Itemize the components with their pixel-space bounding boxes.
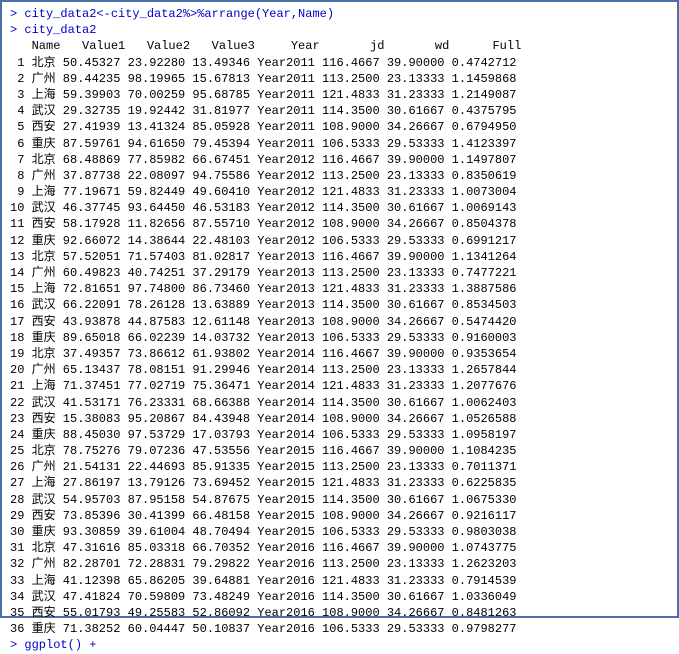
table-row: 7 北京 68.48869 77.85982 66.67451 Year2012…: [10, 152, 669, 168]
table-row: 8 广州 37.87738 22.08097 94.75586 Year2012…: [10, 168, 669, 184]
console-line-1: > city_data2<-city_data2%>%arrange(Year,…: [10, 6, 669, 22]
table-row: 4 武汉 29.32735 19.92442 31.81977 Year2011…: [10, 103, 669, 119]
code-line-3: ggplot() +: [24, 638, 96, 652]
table-header: Name Value1 Value2 Value3 Year jd wd Ful…: [10, 38, 669, 54]
table-row: 17 西安 43.93878 44.87583 12.61148 Year201…: [10, 314, 669, 330]
prompt-3: >: [10, 638, 24, 652]
table-row: 2 广州 89.44235 98.19965 15.67813 Year2011…: [10, 71, 669, 87]
table-body: 1 北京 50.45327 23.92280 13.49346 Year2011…: [10, 55, 669, 638]
table-row: 28 武汉 54.95703 87.95158 54.87675 Year201…: [10, 492, 669, 508]
table-row: 30 重庆 93.30859 39.61004 48.70494 Year201…: [10, 524, 669, 540]
table-row: 26 广州 21.54131 22.44693 85.91335 Year201…: [10, 459, 669, 475]
table-row: 34 武汉 47.41824 70.59809 73.48249 Year201…: [10, 589, 669, 605]
table-row: 11 西安 58.17928 11.82656 87.55710 Year201…: [10, 216, 669, 232]
table-row: 29 西安 73.85396 30.41399 66.48158 Year201…: [10, 508, 669, 524]
console-line-3: > ggplot() +: [10, 637, 669, 653]
console-line-2: > city_data2: [10, 22, 669, 38]
code-line-2: city_data2: [24, 23, 96, 37]
prompt-1: >: [10, 7, 24, 21]
table-row: 13 北京 57.52051 71.57403 81.02817 Year201…: [10, 249, 669, 265]
table-row: 23 西安 15.38083 95.20867 84.43948 Year201…: [10, 411, 669, 427]
table-row: 15 上海 72.81651 97.74800 86.73460 Year201…: [10, 281, 669, 297]
prompt-2: >: [10, 23, 24, 37]
table-row: 19 北京 37.49357 73.86612 61.93802 Year201…: [10, 346, 669, 362]
table-row: 24 重庆 88.45030 97.53729 17.03793 Year201…: [10, 427, 669, 443]
table-row: 3 上海 59.39903 70.00259 95.68785 Year2011…: [10, 87, 669, 103]
table-row: 22 武汉 41.53171 76.23331 68.66388 Year201…: [10, 395, 669, 411]
table-row: 5 西安 27.41939 13.41324 85.05928 Year2011…: [10, 119, 669, 135]
table-row: 10 武汉 46.37745 93.64450 46.53183 Year201…: [10, 200, 669, 216]
table-row: 21 上海 71.37451 77.02719 75.36471 Year201…: [10, 378, 669, 394]
table-row: 20 广州 65.13437 78.08151 91.29946 Year201…: [10, 362, 669, 378]
table-row: 6 重庆 87.59761 94.61650 79.45394 Year2011…: [10, 136, 669, 152]
table-row: 12 重庆 92.66072 14.38644 22.48103 Year201…: [10, 233, 669, 249]
table-row: 36 重庆 71.38252 60.04447 50.10837 Year201…: [10, 621, 669, 637]
table-row: 9 上海 77.19671 59.82449 49.60410 Year2012…: [10, 184, 669, 200]
table-row: 33 上海 41.12398 65.86205 39.64881 Year201…: [10, 573, 669, 589]
table-row: 18 重庆 89.65018 66.02239 14.03732 Year201…: [10, 330, 669, 346]
code-line-1: city_data2<-city_data2%>%arrange(Year,Na…: [24, 7, 334, 21]
table-row: 35 西安 55.01793 49.25583 52.86092 Year201…: [10, 605, 669, 621]
table-row: 14 广州 60.49823 40.74251 37.29179 Year201…: [10, 265, 669, 281]
table-row: 27 上海 27.86197 13.79126 73.69452 Year201…: [10, 475, 669, 491]
table-row: 25 北京 78.75276 79.07236 47.53556 Year201…: [10, 443, 669, 459]
table-row: 16 武汉 66.22091 78.26128 13.63889 Year201…: [10, 297, 669, 313]
table-row: 32 广州 82.28701 72.28831 79.29822 Year201…: [10, 556, 669, 572]
table-row: 1 北京 50.45327 23.92280 13.49346 Year2011…: [10, 55, 669, 71]
table-row: 31 北京 47.31616 85.03318 66.70352 Year201…: [10, 540, 669, 556]
